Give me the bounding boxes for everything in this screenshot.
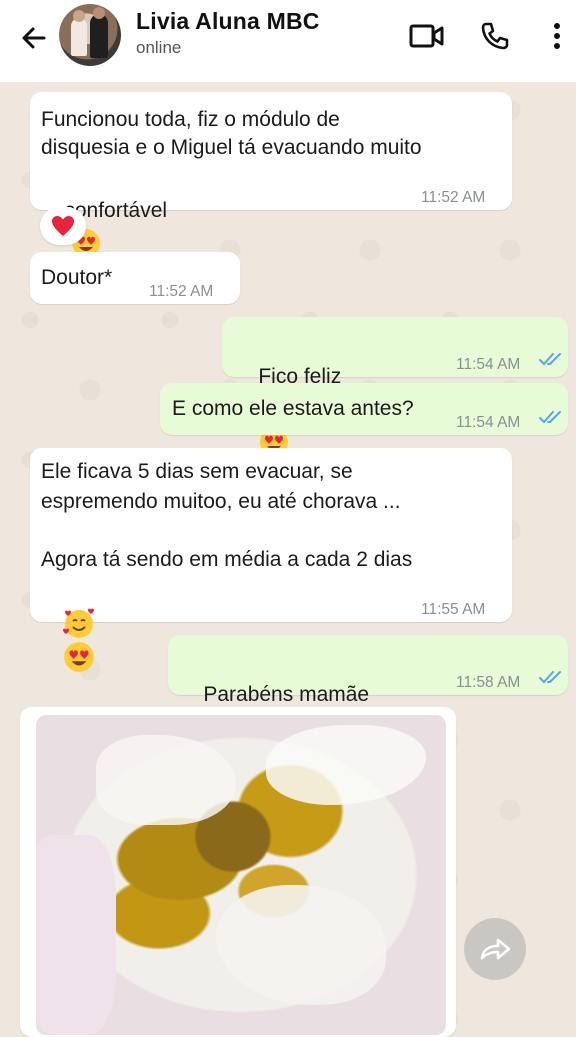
phone-icon bbox=[481, 22, 509, 50]
read-receipt-icon bbox=[539, 411, 561, 424]
video-camera-icon bbox=[409, 24, 444, 48]
smiling-face-with-hearts-emoji-icon bbox=[63, 608, 95, 638]
message-timestamp: 11:58 AM bbox=[456, 674, 521, 691]
message-text: Doutor* bbox=[41, 266, 113, 289]
forward-arrow-icon bbox=[480, 938, 511, 960]
message-text-segment: Parabéns mamãe bbox=[203, 683, 370, 706]
message-timestamp: 11:52 AM bbox=[421, 189, 486, 206]
message-emoji-line bbox=[39, 574, 96, 706]
message-bubble-outgoing[interactable]: Fico feliz 11:54 AM bbox=[222, 317, 568, 490]
more-options-button[interactable] bbox=[542, 16, 572, 56]
message-timestamp: 11:52 AM bbox=[149, 283, 214, 300]
vertical-dots-icon bbox=[554, 23, 560, 49]
forward-button[interactable] bbox=[464, 918, 526, 980]
voice-call-button[interactable] bbox=[475, 16, 515, 56]
message-text: espremendo muitoo, eu até chorava ... bbox=[41, 490, 401, 513]
chat-header: Livia Aluna MBC online bbox=[0, 0, 576, 82]
arrow-left-icon bbox=[22, 27, 46, 49]
message-bubble-outgoing[interactable]: E como ele estava antes? 11:54 AM bbox=[160, 383, 568, 435]
contact-name[interactable]: Livia Aluna MBC bbox=[136, 8, 320, 35]
message-timestamp: 11:54 AM bbox=[456, 414, 521, 431]
read-receipt-icon bbox=[539, 353, 561, 366]
message-bubble-incoming[interactable]: Doutor* 11:52 AM bbox=[30, 252, 240, 304]
read-receipt-icon bbox=[539, 671, 561, 684]
contact-avatar[interactable] bbox=[59, 4, 121, 66]
message-photo[interactable] bbox=[36, 715, 446, 1035]
image-message-bubble[interactable] bbox=[20, 707, 456, 1037]
message-bubble-incoming[interactable]: Ele ficava 5 dias sem evacuar, se esprem… bbox=[30, 448, 512, 672]
message-reaction[interactable] bbox=[40, 207, 86, 245]
message-text: disquesia e o Miguel tá evacuando muito bbox=[41, 136, 422, 159]
message-timestamp: 11:54 AM bbox=[456, 356, 521, 373]
message-bubble-incoming[interactable]: Funcionou toda, fiz o módulo de disquesi… bbox=[30, 92, 512, 291]
heart-eyes-emoji-icon bbox=[64, 642, 95, 672]
message-text: Ele ficava 5 dias sem evacuar, se bbox=[41, 460, 353, 483]
contact-status: online bbox=[136, 38, 182, 57]
message-bubble-outgoing[interactable]: Parabéns mamãe 11:58 AM bbox=[168, 635, 568, 776]
message-timestamp: 11:55 AM bbox=[421, 601, 486, 618]
message-text: E como ele estava antes? bbox=[172, 397, 414, 420]
message-text: Agora tá sendo em média a cada 2 dias bbox=[41, 548, 413, 571]
back-button[interactable] bbox=[14, 18, 54, 58]
video-call-button[interactable] bbox=[407, 16, 447, 56]
red-heart-icon bbox=[52, 216, 74, 236]
